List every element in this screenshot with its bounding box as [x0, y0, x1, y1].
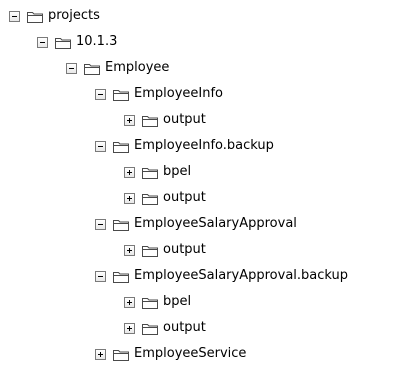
tree-node-label: Employee: [105, 60, 170, 75]
folder-icon: [142, 167, 158, 179]
tree-node-output[interactable]: output: [124, 237, 206, 263]
folder-icon: [27, 11, 43, 23]
collapse-toggle-icon[interactable]: [37, 36, 48, 48]
folder-icon: [142, 115, 158, 127]
tree-node-employeesalaryapproval-backup[interactable]: EmployeeSalaryApproval.backup: [95, 263, 348, 289]
expand-toggle-icon[interactable]: [124, 114, 135, 126]
tree-node-bpel[interactable]: bpel: [124, 159, 191, 185]
tree-node-label: EmployeeSalaryApproval: [134, 216, 297, 231]
folder-icon: [142, 297, 158, 309]
tree-node-output[interactable]: output: [124, 107, 206, 133]
tree-node-label: output: [163, 112, 206, 127]
tree-node-label: output: [163, 242, 206, 257]
collapse-toggle-icon[interactable]: [9, 10, 20, 22]
tree-node-label: output: [163, 320, 206, 335]
tree-node-label: bpel: [163, 164, 192, 179]
expand-toggle-icon[interactable]: [124, 244, 135, 256]
collapse-toggle-icon[interactable]: [95, 218, 106, 230]
tree-node-label: EmployeeService: [134, 346, 247, 361]
folder-icon: [142, 245, 158, 257]
folder-icon: [84, 63, 100, 75]
tree-node-employeeinfo[interactable]: EmployeeInfo: [95, 81, 223, 107]
collapse-toggle-icon[interactable]: [95, 270, 106, 282]
expand-toggle-icon[interactable]: [124, 166, 135, 178]
tree-node-label: projects: [48, 8, 100, 23]
tree-node-bpel[interactable]: bpel: [124, 289, 191, 315]
folder-icon: [142, 323, 158, 335]
tree-node-label: bpel: [163, 294, 192, 309]
tree-node-10-1-3[interactable]: 10.1.3: [37, 29, 117, 55]
folder-icon: [55, 37, 71, 49]
expand-toggle-icon[interactable]: [95, 348, 106, 360]
collapse-toggle-icon[interactable]: [95, 140, 106, 152]
collapse-toggle-icon[interactable]: [95, 88, 106, 100]
expand-toggle-icon[interactable]: [124, 296, 135, 308]
folder-icon: [113, 89, 129, 101]
folder-tree: projects 10.1.3 Employee EmployeeInfo ou: [0, 0, 396, 368]
tree-node-label: EmployeeInfo.backup: [134, 138, 274, 153]
expand-toggle-icon[interactable]: [124, 322, 135, 334]
tree-node-employeesalaryapproval[interactable]: EmployeeSalaryApproval: [95, 211, 297, 237]
tree-node-employeeservice[interactable]: EmployeeService: [95, 341, 246, 367]
tree-node-label: output: [163, 190, 206, 205]
folder-icon: [113, 141, 129, 153]
tree-node-output[interactable]: output: [124, 315, 206, 341]
tree-node-label: 10.1.3: [76, 34, 118, 49]
expand-toggle-icon[interactable]: [124, 192, 135, 204]
tree-node-output[interactable]: output: [124, 185, 206, 211]
folder-icon: [142, 193, 158, 205]
tree-node-label: EmployeeSalaryApproval.backup: [134, 268, 349, 283]
folder-icon: [113, 271, 129, 283]
folder-icon: [113, 349, 129, 361]
collapse-toggle-icon[interactable]: [66, 62, 77, 74]
tree-node-employee[interactable]: Employee: [66, 55, 169, 81]
tree-node-projects[interactable]: projects: [9, 3, 100, 29]
folder-icon: [113, 219, 129, 231]
tree-node-label: EmployeeInfo: [134, 86, 223, 101]
tree-node-employeeinfo-backup[interactable]: EmployeeInfo.backup: [95, 133, 274, 159]
